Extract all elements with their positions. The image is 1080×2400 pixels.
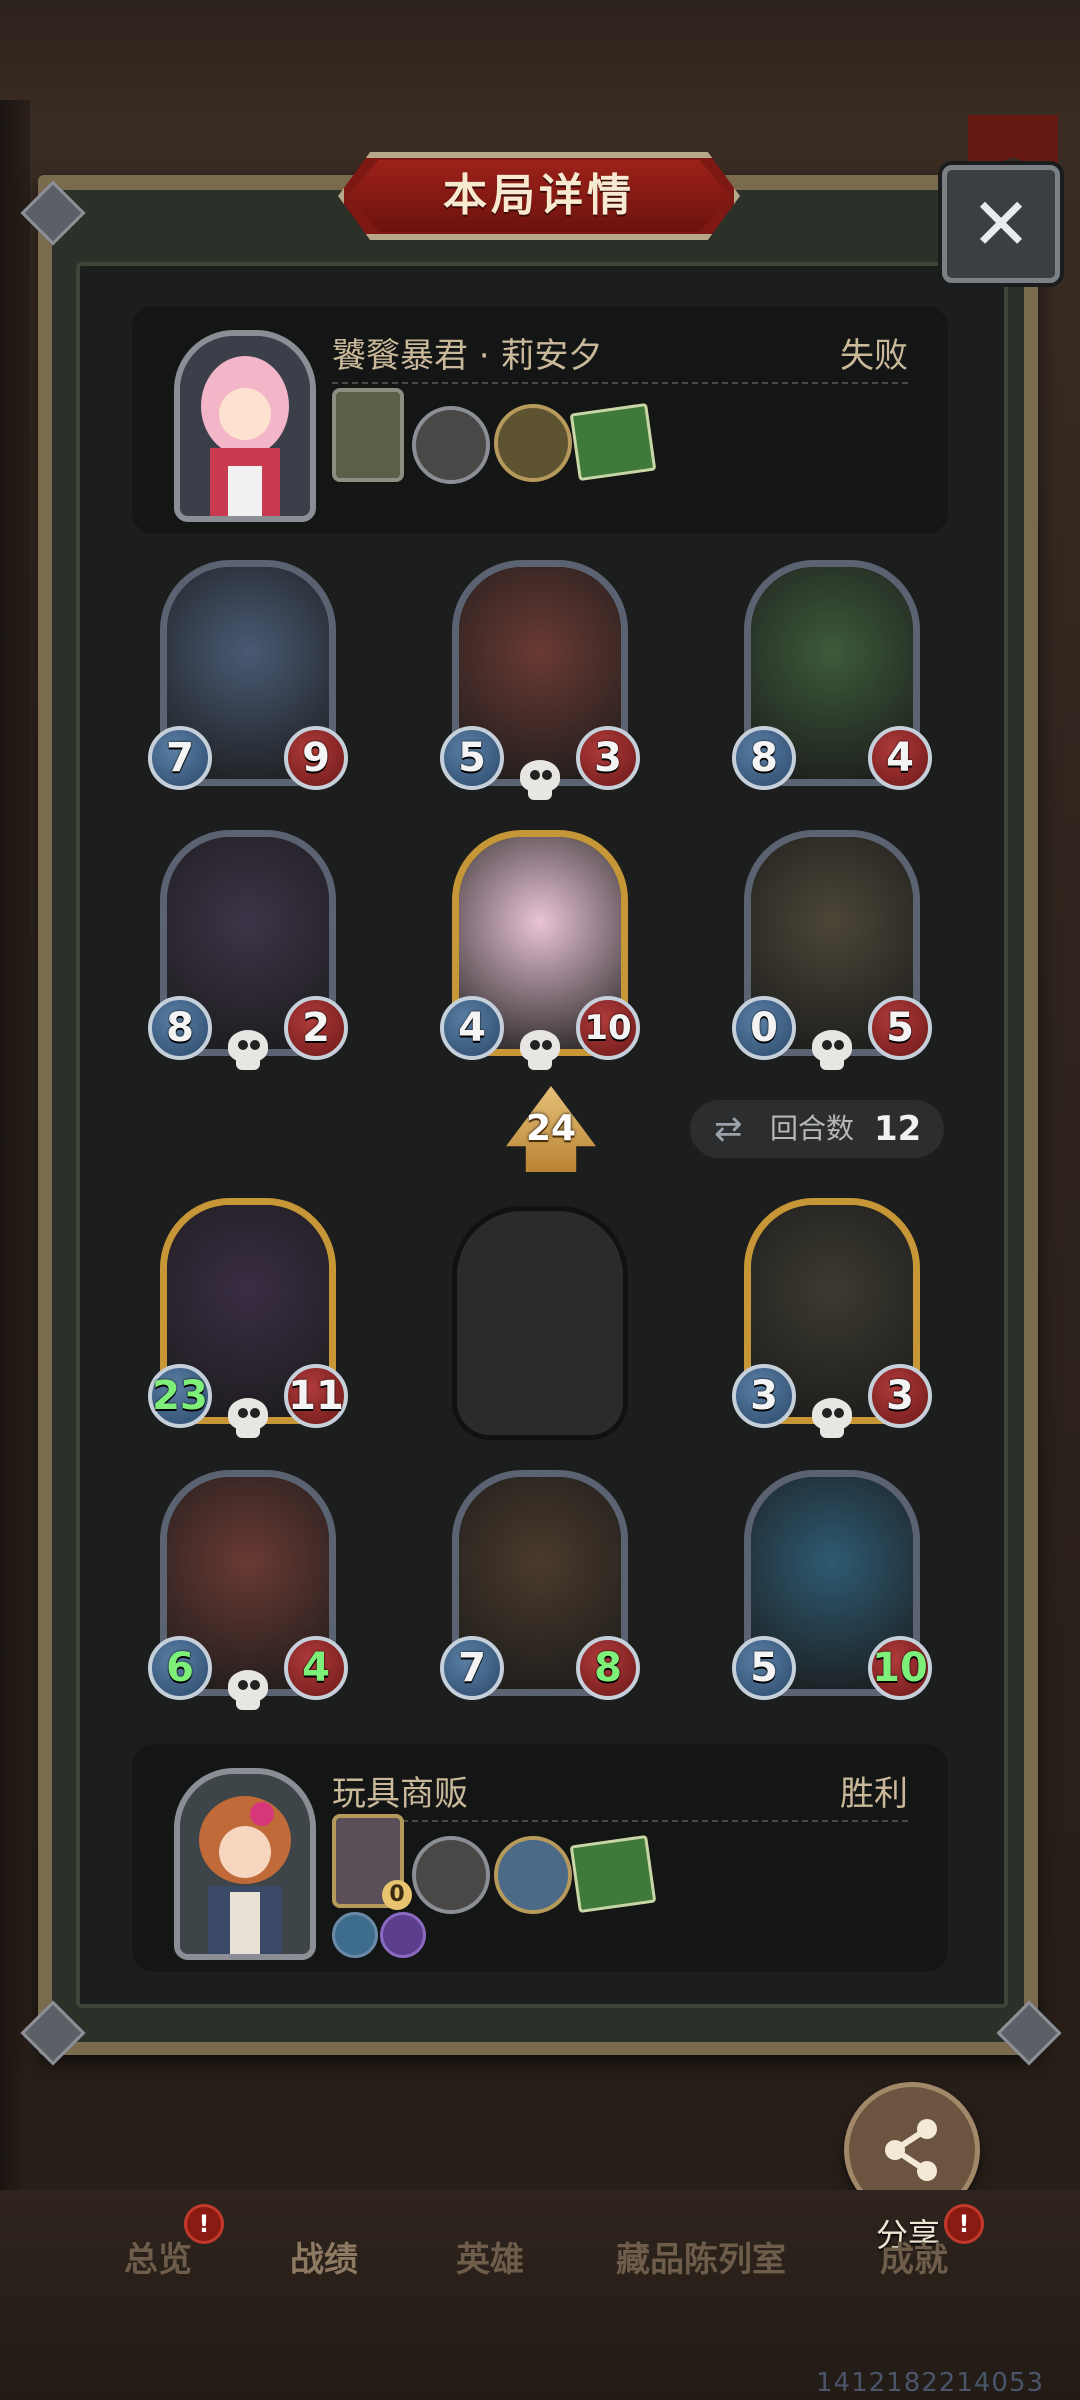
swap-icon: ⇄ [714, 1109, 743, 1149]
tab-records[interactable]: 战绩 [290, 2232, 358, 2281]
attack-stat: 6 [148, 1636, 212, 1700]
player-name-top: 饕餮暴君 · 莉安夕 [332, 336, 603, 376]
green-book-icon[interactable] [569, 1834, 657, 1914]
tab-achievements[interactable]: 成就 [880, 2232, 948, 2281]
hero-portrait-art [180, 336, 310, 516]
alert-badge: ! [944, 2204, 984, 2244]
hero-portrait-top[interactable] [174, 330, 316, 522]
attack-stat: 8 [148, 996, 212, 1060]
background-top [0, 0, 1080, 120]
card-count: 0 [382, 1880, 412, 1910]
panel-divider [332, 1820, 908, 1822]
level-number: 24 [525, 1108, 577, 1149]
close-button[interactable]: ✕ [942, 165, 1060, 283]
result-top: 失败 [840, 336, 908, 376]
attack-stat: 5 [732, 1636, 796, 1700]
player-panel-bottom: 玩具商贩 胜利 0 [132, 1744, 948, 1972]
dialog-title: 本局详情 [443, 170, 635, 221]
minion-card[interactable]: 84 [732, 560, 932, 790]
minion-card[interactable]: 05 [732, 830, 932, 1070]
alert-badge: ! [184, 2204, 224, 2244]
minion-card[interactable]: 78 [440, 1470, 640, 1700]
skull-icon [518, 760, 562, 800]
attack-stat: 23 [148, 1364, 212, 1428]
health-stat: 9 [284, 726, 348, 790]
player-name-bottom: 玩具商贩 [332, 1774, 468, 1814]
health-stat: 4 [284, 1636, 348, 1700]
card-item-icon[interactable] [332, 388, 404, 482]
turns-label: 回合数 [770, 1112, 855, 1145]
background-left-edge [0, 100, 30, 2200]
health-stat: 3 [868, 1364, 932, 1428]
attack-stat: 7 [148, 726, 212, 790]
minion-card[interactable]: 23 11 [148, 1198, 348, 1438]
tab-overview[interactable]: 总览 [124, 2232, 192, 2281]
skull-icon [810, 1030, 854, 1070]
attack-stat: 0 [732, 996, 796, 1060]
turns-value: 12 [874, 1109, 922, 1149]
health-stat: 10 [868, 1636, 932, 1700]
share-icon [885, 2119, 937, 2181]
skull-icon [226, 1030, 270, 1070]
tavern-level-badge: 24 [506, 1086, 596, 1172]
health-stat: 3 [576, 726, 640, 790]
sword-buff-icon[interactable] [332, 1912, 378, 1958]
relic-coin-icon[interactable] [494, 404, 572, 482]
player-panel-top: 饕餮暴君 · 莉安夕 失败 [132, 306, 948, 534]
skull-icon [810, 1398, 854, 1438]
green-book-icon[interactable] [569, 402, 657, 482]
tab-heroes[interactable]: 英雄 [456, 2232, 524, 2281]
skull-icon [518, 1030, 562, 1070]
health-stat: 10 [576, 996, 640, 1060]
attack-stat: 5 [440, 726, 504, 790]
relic-coin-icon[interactable] [494, 1836, 572, 1914]
attack-stat: 8 [732, 726, 796, 790]
health-stat: 4 [868, 726, 932, 790]
skull-icon [226, 1670, 270, 1710]
attack-stat: 4 [440, 996, 504, 1060]
tab-collection[interactable]: 藏品陈列室 [616, 2232, 786, 2281]
gear-buff-icon[interactable] [380, 1912, 426, 1958]
pocket-watch-icon[interactable] [412, 406, 490, 484]
attack-stat: 7 [440, 1636, 504, 1700]
minion-card[interactable]: 79 [148, 560, 348, 790]
close-icon: ✕ [970, 182, 1032, 266]
empty-minion-slot [452, 1206, 628, 1440]
minion-card[interactable]: 64 [148, 1470, 348, 1710]
health-stat: 11 [284, 1364, 348, 1428]
skull-icon [226, 1398, 270, 1438]
minion-card[interactable]: 5 10 [732, 1470, 932, 1700]
minion-card[interactable]: 53 [440, 560, 640, 800]
result-bottom: 胜利 [840, 1774, 908, 1814]
minion-card[interactable]: 82 [148, 830, 348, 1070]
attack-stat: 3 [732, 1364, 796, 1428]
health-stat: 2 [284, 996, 348, 1060]
minion-card[interactable]: 33 [732, 1198, 932, 1438]
title-banner: 本局详情 [338, 152, 740, 240]
hero-portrait-art [180, 1774, 310, 1954]
hero-minion-card[interactable]: 4 10 [440, 830, 640, 1070]
health-stat: 5 [868, 996, 932, 1060]
panel-divider [332, 382, 908, 384]
health-stat: 8 [576, 1636, 640, 1700]
toy-card-icon[interactable]: 0 [332, 1814, 412, 1910]
hero-portrait-bottom[interactable] [174, 1768, 316, 1960]
pocket-watch-icon[interactable] [412, 1836, 490, 1914]
user-id: 1412182214053 [816, 2368, 1045, 2398]
turns-counter: ⇄ 回合数 12 [690, 1100, 944, 1158]
